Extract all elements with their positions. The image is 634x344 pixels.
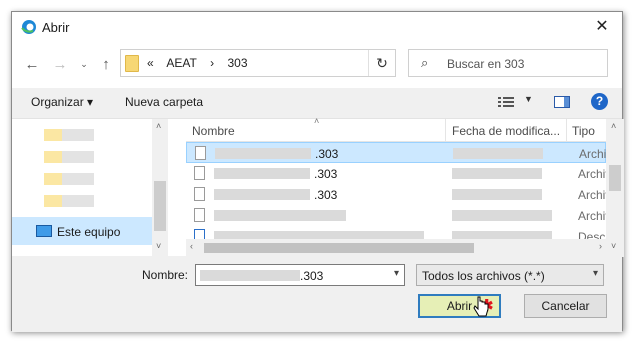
file-icon (195, 146, 206, 160)
file-type: Descar (578, 230, 606, 239)
folder-icon (125, 55, 139, 72)
breadcrumb-separator: › (210, 56, 215, 70)
breadcrumb: « AEAT › 303 (147, 56, 258, 70)
blurred-date (453, 148, 543, 159)
file-row[interactable]: Descar (186, 226, 606, 239)
file-name-suffix: .303 (314, 188, 338, 202)
blurred-filename (214, 231, 424, 239)
search-box[interactable]: ⌕ Buscar en 303 (408, 49, 608, 77)
file-list: ˄ Nombre Fecha de modifica... Tipo .303 … (186, 116, 624, 257)
scroll-right-icon[interactable]: › (599, 241, 602, 251)
scroll-left-icon[interactable]: ‹ (190, 241, 193, 251)
blurred-date (452, 231, 552, 239)
tree-item-blurred[interactable] (44, 195, 94, 207)
tree-item-blurred[interactable] (44, 151, 94, 163)
back-arrow-icon[interactable]: ← (22, 56, 42, 73)
blurred-filename (214, 168, 310, 179)
scroll-down-icon[interactable]: ˅ (156, 241, 161, 251)
column-divider[interactable] (566, 119, 567, 141)
web-file-icon (194, 229, 205, 239)
breadcrumb-overflow[interactable]: « (147, 56, 154, 70)
scroll-up-icon[interactable]: ˄ (611, 121, 616, 131)
breadcrumb-aeat[interactable]: AEAT (166, 56, 196, 70)
scrollbar-thumb[interactable] (609, 165, 621, 191)
tree-item-blurred[interactable] (44, 173, 94, 185)
search-icon: ⌕ (421, 55, 429, 70)
help-icon[interactable]: ? (591, 93, 608, 110)
file-row[interactable]: Archivo (186, 205, 618, 226)
command-toolbar: Organizar ▾ Nueva carpeta ▼ ? (12, 88, 622, 118)
new-folder-button[interactable]: Nueva carpeta (125, 95, 203, 109)
blurred-date (452, 210, 552, 221)
scroll-up-icon[interactable]: ˄ (156, 121, 161, 131)
computer-icon (36, 225, 52, 237)
breadcrumb-303[interactable]: 303 (228, 56, 248, 70)
close-icon[interactable]: ✕ (592, 17, 612, 37)
address-bar[interactable]: « AEAT › 303 ↻ (120, 49, 396, 77)
tree-item-this-pc[interactable]: Este equipo (12, 217, 152, 245)
navigation-scrollbar[interactable]: ˄ ˅ (152, 119, 168, 257)
file-name-suffix: .303 (314, 167, 338, 181)
dialog-footer: Nombre: .303 ▾ Todos los archivos (*.*) … (12, 256, 622, 332)
filename-value: .303 (300, 269, 324, 283)
refresh-icon[interactable]: ↻ (368, 50, 395, 76)
blurred-filename (214, 210, 346, 221)
search-placeholder: Buscar en 303 (447, 57, 525, 71)
scrollbar-thumb[interactable] (154, 181, 166, 231)
file-row[interactable]: .303 Archivo (186, 163, 618, 184)
chevron-down-icon[interactable]: ▾ (394, 268, 399, 279)
scroll-down-icon[interactable]: ˅ (611, 241, 616, 251)
file-row[interactable]: .303 Archivo (186, 184, 618, 205)
open-file-dialog: Abrir ✕ ← → ⌄ ↑ « AEAT › 303 ↻ ⌕ Buscar … (11, 11, 624, 332)
file-icon (194, 166, 205, 180)
navigation-pane[interactable]: Este equipo ˄ ˅ (12, 119, 168, 257)
navigation-row: ← → ⌄ ↑ « AEAT › 303 ↻ ⌕ Buscar en 303 (12, 42, 622, 88)
tree-item-label: Este equipo (57, 225, 121, 239)
blurred-filename (214, 189, 310, 200)
horizontal-scrollbar-thumb[interactable] (204, 243, 474, 253)
file-name-suffix: .303 (315, 147, 339, 161)
file-icon (194, 187, 205, 201)
chevron-down-icon[interactable]: ⌄ (74, 59, 94, 70)
file-row[interactable]: .303 Archivo (186, 142, 619, 163)
preview-pane-icon[interactable] (554, 96, 570, 108)
sort-ascending-icon: ˄ (314, 116, 320, 126)
filename-label: Nombre: (142, 268, 189, 282)
view-options-icon[interactable] (498, 97, 514, 108)
column-type[interactable]: Tipo (572, 124, 595, 138)
cancel-button[interactable]: Cancelar (524, 294, 607, 318)
column-divider[interactable] (445, 119, 446, 141)
filename-input[interactable]: .303 ▾ (195, 264, 405, 286)
file-icon (194, 208, 205, 222)
column-header-row: ˄ Nombre Fecha de modifica... Tipo (186, 116, 624, 142)
column-date[interactable]: Fecha de modifica... (452, 124, 562, 138)
blurred-date (452, 168, 542, 179)
filetype-value: Todos los archivos (*.*) (422, 269, 545, 283)
horizontal-scrollbar[interactable]: ‹ › (186, 239, 606, 257)
view-dropdown-icon[interactable]: ▼ (524, 94, 533, 104)
up-arrow-icon[interactable]: ↑ (96, 56, 116, 73)
hand-cursor-icon (473, 296, 489, 317)
blurred-filename (215, 148, 311, 159)
browser-body: Este equipo ˄ ˅ ˄ Nombre Fecha de modifi… (12, 116, 624, 257)
column-name[interactable]: Nombre (192, 124, 235, 138)
title-bar: Abrir ✕ (12, 12, 622, 42)
forward-arrow-icon[interactable]: → (50, 56, 70, 73)
vertical-scrollbar[interactable]: ˄ ˅ (606, 119, 624, 257)
chevron-down-icon[interactable]: ▾ (593, 268, 598, 279)
blurred-date (452, 189, 542, 200)
browser-app-icon (21, 20, 36, 34)
dialog-title: Abrir (42, 20, 70, 35)
blurred-filename (200, 270, 300, 281)
organize-button[interactable]: Organizar ▾ (31, 95, 93, 109)
tree-item-blurred[interactable] (44, 129, 94, 141)
filetype-select[interactable]: Todos los archivos (*.*) ▾ (416, 264, 604, 286)
